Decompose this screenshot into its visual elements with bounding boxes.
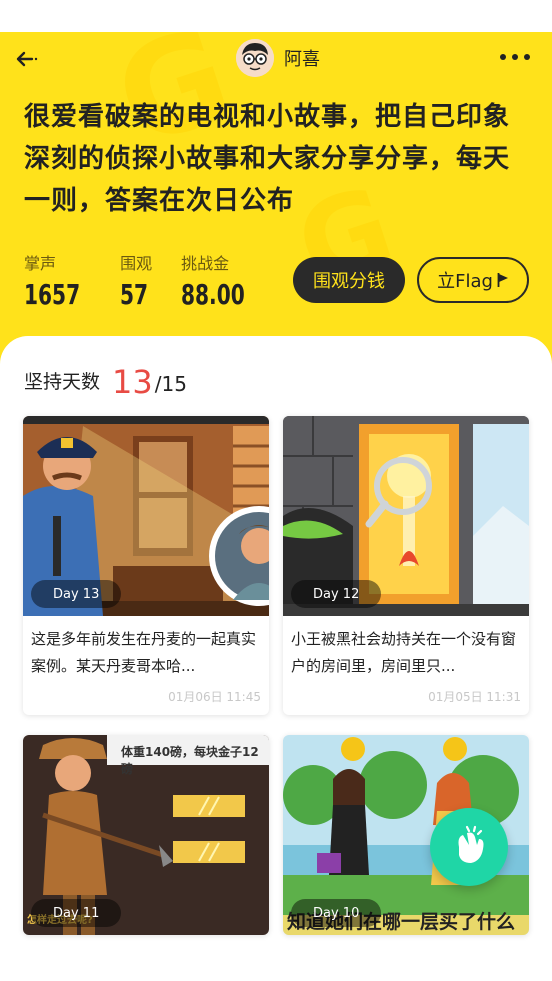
user-profile[interactable]: 阿喜	[236, 38, 320, 78]
flag-icon	[497, 273, 508, 287]
card-image: Day 12	[283, 416, 529, 616]
clap-hands-icon	[458, 825, 484, 863]
top-navbar: 阿喜	[0, 32, 552, 84]
day-badge: Day 13	[31, 580, 122, 608]
challenge-description: 很爱看破案的电视和小故事，把自己印象深刻的侦探小故事和大家分享分享，每天一则，答…	[24, 102, 511, 216]
card-image: Day 13	[23, 416, 269, 616]
streak-label: 坚持天数	[24, 371, 101, 393]
username[interactable]: 阿喜	[284, 45, 320, 71]
watch-share-button[interactable]: 围观分钱	[293, 257, 405, 303]
day-badge: Day 11	[31, 899, 122, 927]
stat-value: 1657	[24, 278, 81, 311]
streak-counter: 坚持天数 13 /15	[24, 366, 187, 398]
stats-row: 掌声 1657 围观 57 挑战金 88.00	[24, 250, 287, 311]
applause-fab-button[interactable]	[430, 808, 508, 886]
day-badge: Day 10	[291, 899, 382, 927]
stat-label: 掌声	[24, 254, 57, 273]
set-flag-button[interactable]: 立Flag	[417, 257, 529, 303]
card-title: 小王被黑社会劫持关在一个没有窗户的房间里，房间里只...	[291, 630, 517, 675]
story-card-day13[interactable]: Day 13 这是多年前发生在丹麦的一起真实案例。某天丹麦哥本哈... 01月0…	[23, 416, 269, 715]
card-timestamp: 01月05日 11:31	[428, 690, 521, 704]
stat-applause: 掌声 1657	[24, 250, 94, 311]
stat-value: 57	[120, 278, 149, 311]
streak-current: 13	[112, 363, 153, 401]
stat-value: 88.00	[181, 278, 245, 311]
status-bar-area	[0, 0, 552, 32]
streak-total: /15	[154, 372, 187, 396]
avatar[interactable]	[236, 39, 274, 77]
stat-watchers: 围观 57	[120, 250, 155, 311]
back-arrow-icon[interactable]	[12, 44, 42, 74]
story-card-day12[interactable]: Day 12 小王被黑社会劫持关在一个没有窗户的房间里，房间里只... 01月0…	[283, 416, 529, 715]
day-badge: Day 12	[291, 580, 382, 608]
card-title: 这是多年前发生在丹麦的一起真实案例。某天丹麦哥本哈...	[31, 630, 257, 675]
set-flag-label: 立Flag	[437, 271, 493, 292]
image-caption: 体重140磅，每块金子12磅	[121, 745, 259, 776]
card-image: 体重140磅，每块金子12磅 怎样走过去呢? Day 11	[23, 735, 269, 935]
stat-label: 挑战金	[181, 254, 230, 273]
stat-label: 围观	[120, 254, 153, 273]
stat-challenge-money: 挑战金 88.00	[181, 250, 261, 311]
card-timestamp: 01月06日 11:45	[168, 690, 261, 704]
more-options-icon[interactable]	[500, 50, 530, 64]
story-card-day11[interactable]: 体重140磅，每块金子12磅 怎样走过去呢? Day 11	[23, 735, 269, 935]
